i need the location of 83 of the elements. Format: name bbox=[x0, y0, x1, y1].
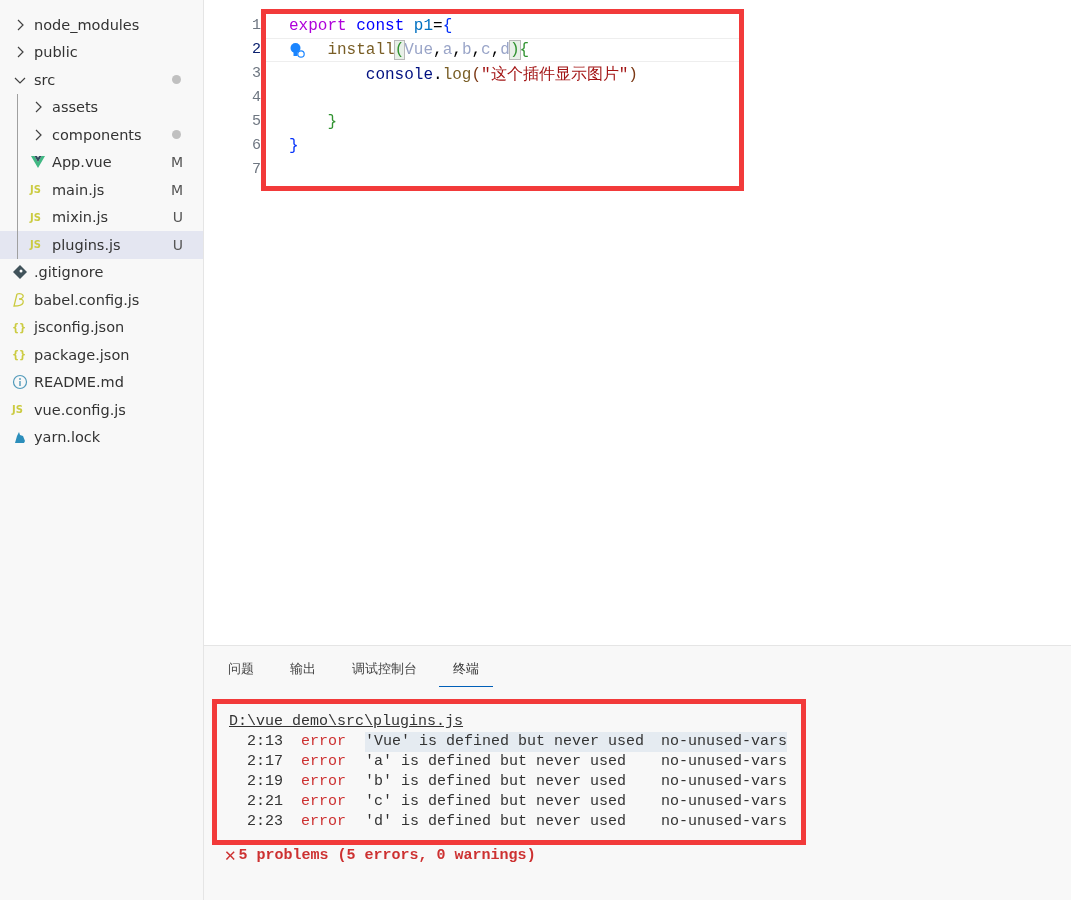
problem-position: 2:21 bbox=[246, 792, 283, 812]
line-number: 4 bbox=[251, 88, 261, 108]
problem-summary: 5 problems (5 errors, 0 warnings) bbox=[238, 847, 536, 865]
rule-name: no-unused-vars bbox=[661, 732, 788, 752]
file-tree-item[interactable]: README.md bbox=[0, 368, 203, 396]
file-name: .gitignore bbox=[34, 264, 104, 281]
code-line: } bbox=[326, 113, 337, 131]
line-number: 7 bbox=[251, 160, 261, 180]
file-type-icon: {} bbox=[12, 321, 28, 333]
file-type-icon: JS bbox=[30, 184, 46, 196]
file-tree-item[interactable]: src bbox=[0, 66, 203, 94]
git-status-letter: M bbox=[170, 154, 183, 171]
line-number: 2 bbox=[251, 40, 261, 60]
file-tree-item[interactable]: App.vue M bbox=[0, 148, 203, 176]
rule-name: no-unused-vars bbox=[661, 752, 788, 772]
file-type-icon: {} bbox=[12, 349, 28, 361]
file-name: components bbox=[52, 126, 142, 143]
git-status-letter: M bbox=[170, 181, 183, 198]
file-type-icon: JS bbox=[30, 211, 46, 223]
file-name: package.json bbox=[34, 346, 130, 363]
git-status-letter: U bbox=[172, 236, 183, 253]
git-status-letter: U bbox=[172, 209, 183, 226]
line-number: 3 bbox=[251, 64, 261, 84]
problem-message: 'd' is defined but never used bbox=[365, 812, 628, 832]
problem-severity: error bbox=[301, 812, 347, 832]
panel-tab[interactable]: 终端 bbox=[439, 660, 493, 687]
file-tree-item[interactable]: .gitignore bbox=[0, 258, 203, 286]
problem-severity: error bbox=[301, 752, 347, 772]
file-name: node_modules bbox=[34, 16, 140, 33]
file-name: jsconfig.json bbox=[34, 319, 125, 336]
file-name: yarn.lock bbox=[34, 429, 101, 446]
line-number: 6 bbox=[251, 136, 261, 156]
code-line: export const p1={ bbox=[289, 17, 453, 35]
problem-severity: error bbox=[301, 772, 347, 792]
file-name: mixin.js bbox=[52, 209, 109, 226]
rule-name: no-unused-vars bbox=[661, 812, 788, 832]
file-name: main.js bbox=[52, 181, 105, 198]
problem-severity: error bbox=[301, 792, 347, 812]
line-number: 5 bbox=[251, 112, 261, 132]
file-type-icon: JS bbox=[30, 239, 46, 251]
rule-name: no-unused-vars bbox=[661, 792, 788, 812]
lightbulb-icon[interactable] bbox=[289, 42, 305, 58]
file-tree-item[interactable]: components bbox=[0, 121, 203, 149]
file-path: D:\vue demo\src\plugins.js bbox=[229, 712, 465, 732]
file-type-icon: JS bbox=[12, 404, 28, 416]
problem-severity: error bbox=[301, 732, 347, 752]
problem-position: 2:19 bbox=[246, 772, 283, 792]
file-name: babel.config.js bbox=[34, 291, 140, 308]
file-name: public bbox=[34, 44, 78, 61]
file-tree-item[interactable]: yarn.lock bbox=[0, 423, 203, 451]
file-tree-item[interactable]: babel.config.js bbox=[0, 286, 203, 314]
file-name: README.md bbox=[34, 374, 124, 391]
code-line: console.log("这个插件显示图片") bbox=[364, 64, 638, 85]
file-name: App.vue bbox=[52, 154, 112, 171]
file-tree-item[interactable]: node_modules bbox=[0, 11, 203, 39]
problem-message: 'b' is defined but never used bbox=[365, 772, 628, 792]
file-name: src bbox=[34, 71, 56, 88]
file-tree-item[interactable]: assets bbox=[0, 93, 203, 121]
panel-tab[interactable]: 问题 bbox=[226, 660, 268, 687]
problem-message: 'a' is defined but never used bbox=[365, 752, 628, 772]
file-name: plugins.js bbox=[52, 236, 121, 253]
file-tree-item[interactable]: public bbox=[0, 38, 203, 66]
problem-message: 'c' is defined but never used bbox=[365, 792, 628, 812]
file-tree-item[interactable]: JS main.js M bbox=[0, 176, 203, 204]
info-icon bbox=[12, 374, 28, 391]
file-tree-item[interactable]: JS vue.config.js bbox=[0, 396, 203, 424]
rule-name: no-unused-vars bbox=[661, 772, 788, 792]
diamond-icon bbox=[12, 264, 28, 281]
error-icon: ✕ bbox=[224, 847, 237, 865]
problem-position: 2:17 bbox=[246, 752, 283, 772]
code-line: } bbox=[289, 137, 299, 155]
problem-message: 'Vue' is defined but never used bbox=[365, 732, 661, 752]
file-tree-item[interactable]: JS plugins.js U bbox=[0, 231, 203, 259]
problem-position: 2:13 bbox=[246, 732, 283, 752]
file-tree-item[interactable]: JS mixin.js U bbox=[0, 203, 203, 231]
problem-position: 2:23 bbox=[246, 812, 283, 832]
panel-tab[interactable]: 输出 bbox=[276, 660, 330, 687]
file-tree-item[interactable]: {} package.json bbox=[0, 341, 203, 369]
line-number: 1 bbox=[251, 16, 261, 36]
panel-tab[interactable]: 调试控制台 bbox=[338, 660, 431, 687]
file-name: vue.config.js bbox=[34, 401, 126, 418]
file-name: assets bbox=[52, 99, 99, 116]
file-tree-item[interactable]: {} jsconfig.json bbox=[0, 313, 203, 341]
